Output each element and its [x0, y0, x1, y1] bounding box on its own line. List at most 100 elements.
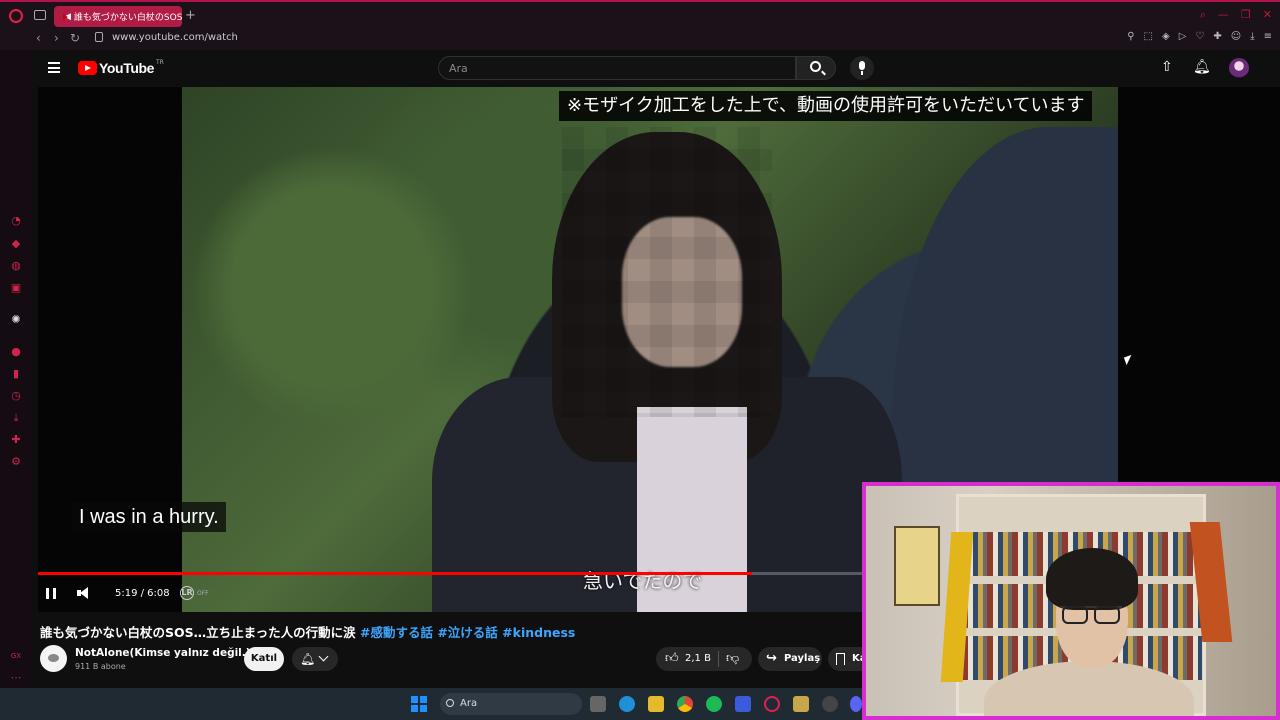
- progress-bar[interactable]: [38, 572, 862, 575]
- lock-icon: [95, 32, 103, 42]
- language-reactor-icon[interactable]: LR: [180, 586, 194, 600]
- tab-active[interactable]: ◀ 誰も気づかない白杖のSOS: [54, 6, 182, 27]
- task-view-icon[interactable]: [590, 696, 606, 712]
- search-icon: [810, 61, 821, 72]
- search-button[interactable]: [796, 56, 836, 80]
- snapshot-icon[interactable]: ⬚: [1144, 31, 1153, 42]
- chatgpt-icon[interactable]: ✺: [10, 314, 22, 326]
- extensions-toolbar: ⚲ ⬚ ◈ ▷ ♡ ✚ ☺ ⤓ ≡: [1127, 31, 1272, 42]
- join-button[interactable]: Katıl: [244, 647, 284, 671]
- heart-icon[interactable]: ♡: [1195, 31, 1204, 42]
- windows-taskbar: Ara: [0, 688, 862, 720]
- more-icon[interactable]: ⋯: [10, 672, 22, 684]
- taskbar-search-icon: [446, 699, 454, 707]
- steam-icon[interactable]: [735, 696, 751, 712]
- subscription-bell-button[interactable]: 🔔︎: [292, 647, 338, 671]
- file-explorer-icon[interactable]: [648, 696, 664, 712]
- webcam-overlay: [862, 482, 1280, 720]
- close-icon[interactable]: ✕: [1263, 8, 1272, 22]
- download-icon[interactable]: ⤓: [1250, 31, 1254, 42]
- profile-icon[interactable]: ☺: [1231, 31, 1241, 42]
- search-input[interactable]: Ara: [438, 56, 796, 80]
- player-controls: 5:19 / 6:08 LR OFF: [38, 580, 862, 608]
- title-main: 誰も気づかない白杖のSOS…立ち止まった人の行動に涙: [40, 625, 360, 640]
- discord-icon[interactable]: [850, 696, 862, 712]
- logo-text: YouTube: [99, 60, 155, 76]
- obs-icon[interactable]: [822, 696, 838, 712]
- channel-name-text: NotAlone(Kimse yalnız değil.): [75, 647, 251, 659]
- thumbs-up-icon[interactable]: 👍︎: [665, 651, 679, 666]
- new-tab-button[interactable]: +: [185, 8, 196, 23]
- thumbs-down-icon[interactable]: 👎︎: [726, 651, 739, 666]
- like-dislike-bar: 👍︎ 2,1 B 👎︎: [656, 647, 752, 671]
- youtube-masthead: YouTube TR Ara ⇧ 🔔︎: [32, 50, 1280, 87]
- chevron-down-icon: [318, 651, 329, 662]
- pin-icon[interactable]: ⚲: [1127, 31, 1134, 42]
- crypto-icon[interactable]: ◆: [10, 238, 22, 250]
- upload-icon[interactable]: ⇧: [1161, 59, 1173, 75]
- video-title: 誰も気づかない白杖のSOS…立ち止まった人の行動に涙 #感動する話 #泣ける話 …: [40, 622, 575, 641]
- like-divider: [718, 651, 719, 667]
- extensions-icon[interactable]: ✚: [10, 434, 22, 446]
- cam-person-hair: [1046, 548, 1138, 610]
- music-icon[interactable]: ▣: [10, 282, 22, 294]
- like-count[interactable]: 2,1 B: [685, 653, 711, 664]
- address-bar: ‹ › ↻ www.youtube.com/watch ⚲ ⬚ ◈ ▷ ♡ ✚ …: [0, 28, 1280, 50]
- notifications-bell-icon[interactable]: 🔔︎: [1193, 59, 1211, 75]
- time-display: 5:19 / 6:08: [115, 588, 170, 599]
- player-icon[interactable]: ●: [10, 346, 22, 358]
- gx-icon[interactable]: GX: [10, 650, 22, 662]
- video-notice-text: ※モザイク加工をした上で、動画の使用許可をいただいています: [559, 91, 1093, 121]
- cam-poster: [894, 526, 940, 606]
- taskbar-search-label: Ara: [460, 698, 478, 709]
- mosaic-overlay: [562, 127, 772, 417]
- progress-fill: [38, 572, 753, 575]
- opera-gx-icon[interactable]: [764, 696, 780, 712]
- title-hashtags[interactable]: #感動する話 #泣ける話 #kindness: [360, 625, 575, 640]
- avatar[interactable]: [1229, 58, 1249, 78]
- chrome-icon[interactable]: [677, 696, 693, 712]
- downloads-icon[interactable]: ⤓: [10, 412, 22, 424]
- windows-start-icon[interactable]: [411, 696, 427, 712]
- window-controls: ⌕ — ❐ ✕: [1200, 8, 1272, 22]
- channel-name[interactable]: NotAlone(Kimse yalnız değil.): [75, 647, 262, 659]
- search-tabs-icon[interactable]: ⌕: [1200, 8, 1206, 22]
- pause-icon[interactable]: [46, 588, 56, 599]
- minimize-icon[interactable]: —: [1218, 8, 1229, 22]
- caption-english: I was in a hurry.: [72, 502, 226, 532]
- tab-islands-icon[interactable]: [34, 10, 46, 20]
- voice-search-icon[interactable]: [850, 56, 874, 80]
- opera-sidebar: ◔ ◆ ◍ ▣ ✺ ● ▮ ◷ ⤓ ✚ ⚙ GX ⋯: [0, 50, 32, 698]
- share-icon: ↪: [766, 651, 777, 666]
- forward-icon[interactable]: ›: [54, 31, 59, 45]
- spotify-icon[interactable]: [706, 696, 722, 712]
- messenger-icon[interactable]: ◍: [10, 260, 22, 272]
- taskbar-search[interactable]: Ara: [440, 693, 582, 715]
- share-button[interactable]: ↪ Paylaş: [758, 647, 822, 671]
- youtube-logo[interactable]: YouTube TR: [78, 58, 164, 76]
- bookmark-icon: [836, 653, 845, 665]
- puzzle-icon[interactable]: ✚: [1213, 31, 1221, 42]
- edge-icon[interactable]: [619, 696, 635, 712]
- settings-icon[interactable]: ⚙: [10, 456, 22, 468]
- logo-region: TR: [156, 58, 164, 66]
- back-icon[interactable]: ‹: [36, 31, 41, 45]
- maximize-icon[interactable]: ❐: [1241, 8, 1251, 22]
- share-label: Paylaş: [784, 653, 821, 664]
- volume-icon[interactable]: [77, 587, 88, 599]
- menu-icon[interactable]: ≡: [1264, 31, 1272, 42]
- channel-avatar[interactable]: [40, 645, 67, 672]
- bookmarks-icon[interactable]: ▮: [10, 368, 22, 380]
- bell-icon: 🔔︎: [300, 652, 316, 666]
- tab-bar: ◀ 誰も気づかない白杖のSOS + ⌕ — ❐ ✕: [0, 0, 1280, 28]
- cam-glasses: [1060, 606, 1122, 624]
- app-icon[interactable]: [793, 696, 809, 712]
- opera-logo-icon[interactable]: [9, 9, 23, 23]
- reload-icon[interactable]: ↻: [70, 31, 80, 45]
- play-icon[interactable]: ▷: [1179, 31, 1187, 42]
- shield-icon[interactable]: ◈: [1162, 31, 1170, 42]
- history-icon[interactable]: ◷: [10, 390, 22, 402]
- url-field[interactable]: www.youtube.com/watch: [112, 32, 238, 43]
- aria-icon[interactable]: ◔: [10, 215, 22, 227]
- hamburger-menu-icon[interactable]: [48, 62, 60, 73]
